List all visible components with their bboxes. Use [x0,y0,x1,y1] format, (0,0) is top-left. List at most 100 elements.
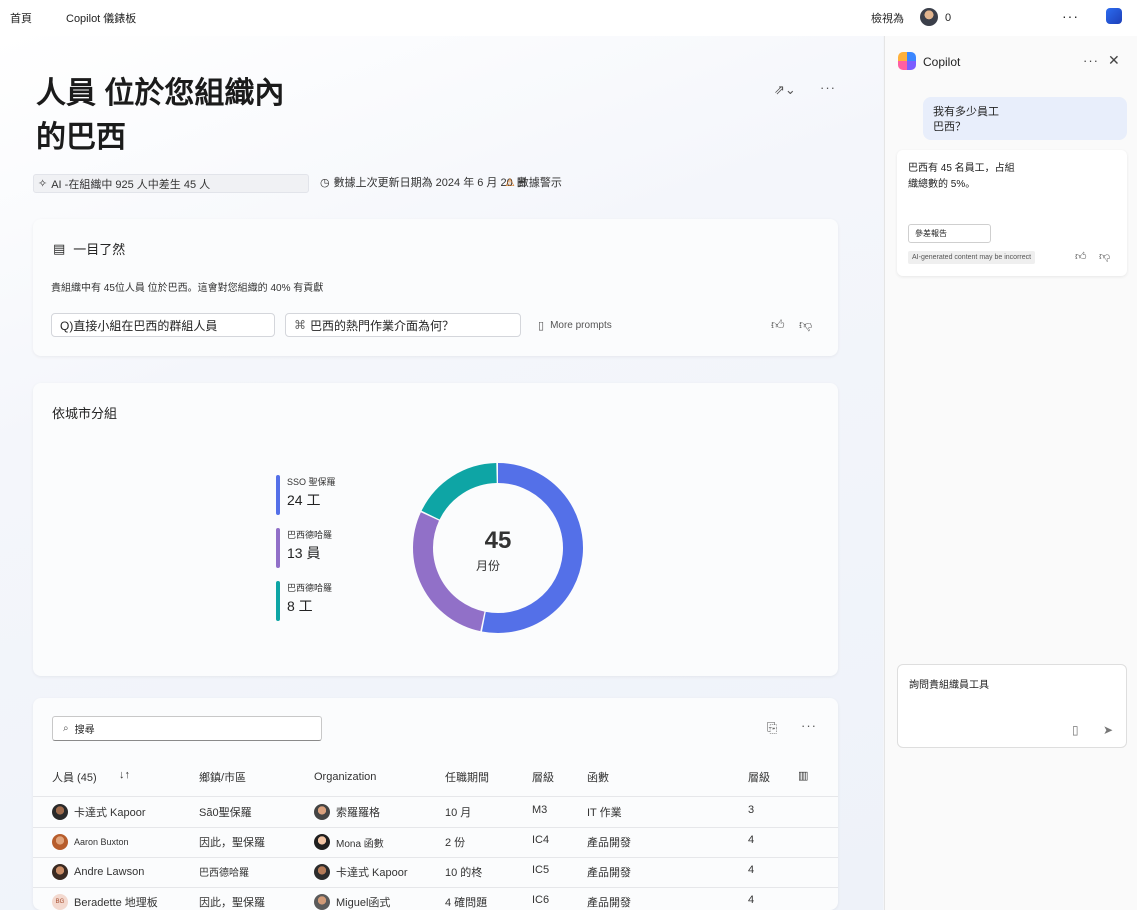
grade-cell: 3 [748,804,755,816]
ai-disclaimer: AI-generated content may be incorrect [908,251,1036,264]
column-header[interactable]: 任職期間 [445,769,489,785]
page-title: 人員 位於您組織內 的巴西 [36,72,316,160]
city-cell: 巴西德哈羅 [199,868,249,879]
prompt-library-icon[interactable]: ▯ [1072,723,1079,737]
person-cell[interactable]: Aaron Buxton [52,834,129,850]
tenure-cell: 2 份 [445,837,466,849]
column-header[interactable]: 層級 [748,769,770,785]
copilot-compose-box[interactable]: 詢問貴組織員工具 ▯ ➤ [897,664,1127,748]
column-header[interactable]: 層級 [532,769,554,785]
person-cell[interactable]: 卡達式 Kapoor [52,804,146,820]
avatar [314,804,330,820]
thumbs-up-icon[interactable]: 👍︎ [771,317,785,333]
row-divider [33,857,838,858]
share-icon[interactable]: ⇗⌄ [774,82,796,98]
person-name[interactable]: 卡達式 Kapoor [74,804,146,820]
thumbs-down-icon[interactable]: 👎︎ [799,317,812,333]
more-options-icon[interactable]: ··· [801,718,817,733]
tenure-cell: 10 月 [445,807,472,819]
summary-description: 貴組織中有 45位人員 位於巴西。這會對您組織的 40% 有貢獻 [51,283,324,294]
data-warning[interactable]: ⚠ 數據警示 [505,174,562,190]
notes-icon: ▤ [53,240,66,256]
export-icon[interactable]: ⎘ [767,720,777,736]
send-icon[interactable]: ➤ [1103,723,1113,737]
legend-swatch [276,475,280,515]
data-warning-text[interactable]: 數據警示 [518,174,562,190]
more-options-icon[interactable]: ··· [820,80,836,95]
card-heading: ▤ 一目了然 [53,239,125,258]
org-cell: 卡達式 Kapoor [314,864,408,880]
clock-icon: ◷ [320,176,330,189]
city-cell: 因此，聖保羅 [199,897,265,909]
function-cell: IT 作業 [587,807,622,819]
donut-center-label: 月份 [475,559,500,573]
row-divider [33,827,838,828]
search-icon: ⌕ [63,723,69,734]
sort-icon[interactable]: ↓↑ [119,769,130,781]
level-cell: IC4 [532,834,550,846]
legend-value: 13 員 [287,545,321,561]
function-cell: 產品開發 [587,837,631,849]
group-by-city-card: 依城市分組 SSO 聖保羅 24 工 巴西德哈羅 13 員 巴西德哈羅 8 工 … [33,383,838,676]
org-name: 索羅羅格 [336,807,380,819]
copilot-response-card: 巴西有 45 名員工，占組織總數的 5%。 參差報告 AI-generated … [897,150,1127,276]
function-cell: 產品開發 [587,897,631,909]
level-cell: IC5 [532,864,550,876]
page-title-line2: 的巴西 [36,121,126,154]
avatar [52,864,68,880]
book-icon: ▯ [538,320,545,332]
search-input[interactable]: ⌕ 搜尋 [52,716,322,741]
org-name: Mona 函數 [336,838,384,850]
user-message: 我有多少員工 巴西？ [923,97,1127,140]
org-cell: 索羅羅格 [314,804,380,820]
prompt-suggestion-1[interactable]: Q)直接小組在巴西的群組人員 [51,313,275,337]
column-header[interactable]: 鄉鎮/市區 [199,769,246,785]
person-cell[interactable]: BG Beradette 地理板 [52,894,158,910]
reference-button[interactable]: 參差報告 [908,224,991,243]
more-options-icon[interactable]: ··· [1083,53,1099,68]
ai-summary-note: ✧ AI -在組織中 925 人中差生 45 人 [33,174,309,193]
column-header[interactable]: 函數 [587,769,609,785]
nav-home[interactable]: 首頁 [10,10,32,26]
person-name[interactable]: Andre Lawson [74,866,144,878]
column-header[interactable]: 人員 (45) [52,769,97,785]
view-as-label[interactable]: 檢視為 [871,10,904,26]
column-header[interactable]: Organization [314,771,376,783]
donut-slice[interactable] [421,463,498,520]
person-cell[interactable]: Andre Lawson [52,864,144,880]
nav-copilot-dashboard[interactable]: Copilot 儀錶板 [66,10,136,26]
thumbs-up-icon[interactable]: 👍︎ [1075,250,1087,263]
city-card-title: 依城市分組 [52,406,118,421]
compose-input[interactable]: 詢問貴組織員工具 [909,676,1059,696]
avatar[interactable] [920,8,938,26]
avatar [314,834,330,850]
copilot-app-icon[interactable] [1106,8,1122,24]
copilot-pane-title: Copilot [923,55,961,69]
ai-note-text: AI -在組織中 925 人中差生 45 人 [51,178,211,191]
city-cell: Sã0聖保羅 [199,807,252,819]
thumbs-down-icon[interactable]: 👎︎ [1099,250,1110,263]
column-settings-icon[interactable]: ▥ [798,769,808,782]
person-name[interactable]: Beradette 地理板 [74,894,158,910]
more-options-icon[interactable]: ··· [1062,8,1079,24]
at-a-glance-title: 一目了然 [73,242,126,257]
legend-name: 巴西德哈羅 [287,583,333,593]
avatar [52,834,68,850]
grade-cell: 4 [748,894,755,906]
legend-swatch [276,581,280,621]
person-name[interactable]: Aaron Buxton [74,837,129,847]
grade-cell: 4 [748,864,755,876]
more-prompts-button[interactable]: ▯ More prompts [538,319,612,332]
people-table-card: ⌕ 搜尋 ⎘ ··· 人員 (45) ↓↑ 鄉鎮/市區 Organization… [33,698,838,910]
level-cell: M3 [532,804,548,816]
avatar-initials: BG [52,894,68,910]
sparkle-icon: ✧ [38,178,48,190]
more-prompts-label[interactable]: More prompts [550,320,612,331]
legend-name: 巴西德哈羅 [287,530,333,540]
prompt-suggestion-2[interactable]: ⌘ 巴西的熱門作業介面為何？ [285,313,521,337]
row-divider [33,887,838,888]
main-content: 人員 位於您組織內 的巴西 ⇗⌄ ··· ✧ AI -在組織中 925 人中差生… [0,36,883,910]
row-divider [33,796,838,797]
close-icon[interactable]: ✕ [1108,52,1120,69]
prompt-suggestion-2-text[interactable]: 巴西的熱門作業介面為何？ [310,317,454,334]
